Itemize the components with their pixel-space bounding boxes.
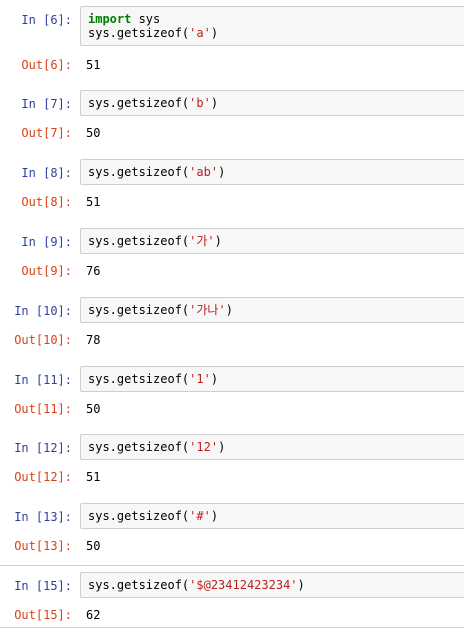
code-string: 'ab' [189,165,219,179]
input-prompt: In [6]: [21,13,72,27]
code-token: sys.getsizeof( [88,303,190,317]
input-prompt: In [9]: [21,235,72,249]
output-prompt: Out[11]: [14,402,72,416]
output-prompt: Out[8]: [21,195,72,209]
code-token: sys.getsizeof( [88,578,190,592]
output-value: 51 [86,58,101,72]
output-value: 62 [86,608,101,622]
output-prompt: Out[6]: [21,58,72,72]
code-token: ) [214,234,222,248]
code-string: 'b' [189,96,211,110]
code-input-area[interactable]: import sys sys.getsizeof('a') [80,6,464,46]
notebook-cell[interactable]: In [11]: sys.getsizeof('1') Out[11]: 50 [0,360,464,423]
code-line: sys.getsizeof('$@23412423234') [88,578,305,593]
code-token: sys.getsizeof( [88,440,190,454]
code-line: import sys [88,12,160,27]
code-string: '1' [189,372,211,386]
code-token: ) [225,303,233,317]
output-prompt: Out[15]: [14,608,72,622]
output-prompt: Out[13]: [14,539,72,553]
code-token: sys.getsizeof( [88,26,190,40]
output-value: 76 [86,264,101,278]
code-line: sys.getsizeof('a') [88,26,218,41]
output-prompt: Out[12]: [14,470,72,484]
code-token: sys.getsizeof( [88,165,190,179]
code-token: ) [218,165,226,179]
code-input-area[interactable]: sys.getsizeof('ab') [80,159,464,185]
code-input-area[interactable]: sys.getsizeof('가') [80,228,464,254]
input-prompt: In [7]: [21,97,72,111]
code-token: sys.getsizeof( [88,96,190,110]
output-value: 51 [86,470,101,484]
notebook-cell[interactable]: In [12]: sys.getsizeof('12') Out[12]: 51 [0,428,464,491]
code-token: sys [131,12,161,26]
output-prompt: Out[10]: [14,333,72,347]
code-line: sys.getsizeof('가') [88,234,222,249]
code-token: ) [210,509,219,523]
output-prompt: Out[9]: [21,264,72,278]
code-string: '가나' [189,303,226,317]
output-value: 50 [86,402,101,416]
notebook-cell[interactable]: In [15]: sys.getsizeof('$@23412423234') Ou… [0,565,464,628]
code-string: '$@23412423234' [189,578,298,592]
notebook-cell[interactable]: In [8]: sys.getsizeof('ab') Out[8]: 51 [0,153,464,216]
code-line: sys.getsizeof('12') [88,440,225,455]
code-input-area[interactable]: sys.getsizeof('#') [80,503,464,529]
output-value: 50 [86,539,101,553]
input-prompt: In [12]: [14,441,72,455]
input-prompt: In [11]: [14,373,72,387]
code-token: ) [218,440,226,454]
code-token: sys.getsizeof( [88,509,190,523]
code-line: sys.getsizeof('#') [88,509,218,524]
code-token: sys.getsizeof( [88,372,190,386]
output-value: 78 [86,333,101,347]
input-prompt: In [15]: [14,579,72,593]
input-prompt: In [10]: [14,304,72,318]
code-input-area[interactable]: sys.getsizeof('가나') [80,297,464,323]
code-line: sys.getsizeof('1') [88,372,218,387]
code-input-area[interactable]: sys.getsizeof('b') [80,90,464,116]
code-input-area[interactable]: sys.getsizeof('$@23412423234') [80,572,464,598]
code-token: ) [210,372,219,386]
notebook-cell[interactable]: In [13]: sys.getsizeof('#') Out[13]: 50 [0,497,464,560]
code-line: sys.getsizeof('ab') [88,165,225,180]
output-prompt: Out[7]: [21,126,72,140]
code-string: '12' [189,440,219,454]
code-keyword: import [88,12,132,26]
code-input-area[interactable]: sys.getsizeof('1') [80,366,464,392]
notebook-cell[interactable]: In [10]: sys.getsizeof('가나') Out[10]: 78 [0,291,464,354]
input-prompt: In [8]: [21,166,72,180]
notebook-cell[interactable]: In [9]: sys.getsizeof('가') Out[9]: 76 [0,222,464,285]
code-token: ) [297,578,305,592]
notebook-cell[interactable]: In [6]: import sys sys.getsizeof('a') Out[6… [0,0,464,79]
code-string: 'a' [189,26,211,40]
code-line: sys.getsizeof('가나') [88,303,233,318]
code-line: sys.getsizeof('b') [88,96,218,111]
code-token: ) [210,26,219,40]
code-token: sys.getsizeof( [88,234,190,248]
notebook-cell[interactable]: In [7]: sys.getsizeof('b') Out[7]: 50 [0,84,464,147]
code-input-area[interactable]: sys.getsizeof('12') [80,434,464,460]
code-string: '#' [189,509,211,523]
code-string: '가' [189,234,215,248]
code-token: ) [210,96,219,110]
input-prompt: In [13]: [14,510,72,524]
output-value: 50 [86,126,101,140]
output-value: 51 [86,195,101,209]
